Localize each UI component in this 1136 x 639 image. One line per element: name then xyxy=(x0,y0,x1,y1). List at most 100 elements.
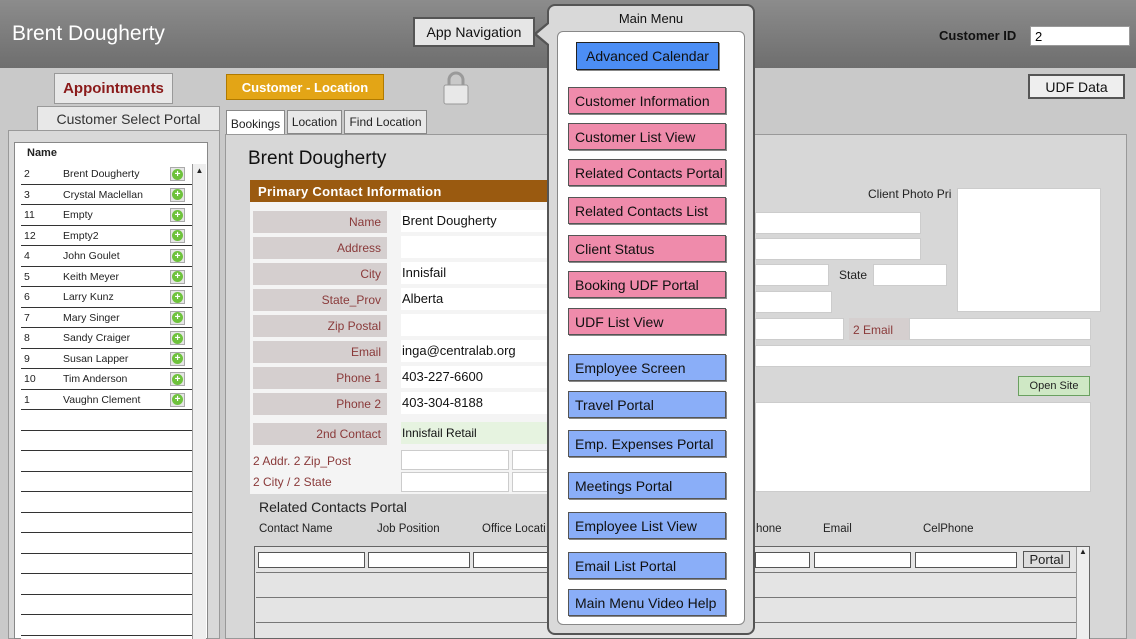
lock-icon[interactable] xyxy=(441,70,471,106)
phone-2-field[interactable]: 403-304-8188 xyxy=(401,392,548,414)
menu-related-contacts-portal-button[interactable]: Related Contacts Portal xyxy=(568,159,726,186)
list-item[interactable]: 4 John Goulet + xyxy=(21,246,193,267)
city2-input[interactable] xyxy=(401,472,509,492)
zip-postal-field[interactable] xyxy=(401,314,548,336)
tab-find-location[interactable]: Find Location xyxy=(344,110,427,134)
2nd-contact-field[interactable]: Innisfail Retail xyxy=(401,422,548,444)
list-item[interactable]: 6 Larry Kunz + xyxy=(21,287,193,308)
list-item[interactable]: 5 Keith Meyer + xyxy=(21,266,193,287)
zip2-input[interactable] xyxy=(512,450,548,470)
city2-state-label: 2 City / 2 State xyxy=(253,475,332,489)
state-input[interactable] xyxy=(873,264,947,286)
main-menu-title: Main Menu xyxy=(618,11,684,26)
state2-input[interactable] xyxy=(512,472,548,492)
add-icon[interactable]: + xyxy=(170,208,185,222)
name-field[interactable]: Brent Dougherty xyxy=(401,210,548,232)
list-item[interactable]: 1 Vaughn Clement + xyxy=(21,389,193,410)
udf-data-button[interactable]: UDF Data xyxy=(1028,74,1125,99)
list-item[interactable]: 10 Tim Anderson + xyxy=(21,369,193,390)
right-field-2[interactable] xyxy=(755,238,921,260)
primary-contact-header: Primary Contact Information xyxy=(250,180,550,202)
menu-customer-list-view-button[interactable]: Customer List View xyxy=(568,123,726,150)
state-prov-field[interactable]: Alberta xyxy=(401,288,548,310)
list-item-empty xyxy=(21,574,193,595)
row-name: Brent Dougherty xyxy=(63,168,140,180)
add-icon[interactable]: + xyxy=(170,249,185,263)
menu-travel-portal-button[interactable]: Travel Portal xyxy=(568,391,726,418)
add-icon[interactable]: + xyxy=(170,331,185,345)
advanced-calendar-button[interactable]: Advanced Calendar xyxy=(576,42,719,70)
menu-email-list-portal-button[interactable]: Email List Portal xyxy=(568,552,726,579)
add-icon[interactable]: + xyxy=(170,167,185,181)
menu-employee-screen-button[interactable]: Employee Screen xyxy=(568,354,726,381)
appointments-tab[interactable]: Appointments xyxy=(54,73,173,104)
menu-main-menu-video-help-button[interactable]: Main Menu Video Help xyxy=(568,589,726,616)
city-field[interactable]: Innisfail xyxy=(401,262,548,284)
tab-bookings[interactable]: Bookings xyxy=(226,110,285,136)
menu-udf-list-view-button[interactable]: UDF List View xyxy=(568,308,726,335)
label-phone-1: Phone 1 xyxy=(253,367,387,389)
right-field-6[interactable] xyxy=(755,345,1091,367)
add-icon[interactable]: + xyxy=(170,269,185,284)
customer-id-label: Customer ID xyxy=(939,28,1017,43)
phone-1-field[interactable]: 403-227-6600 xyxy=(401,366,548,388)
list-item[interactable]: 11 Empty + xyxy=(21,205,193,226)
list-item[interactable]: 8 Sandy Craiger + xyxy=(21,328,193,349)
app-navigation-button[interactable]: App Navigation xyxy=(413,17,535,47)
list-item[interactable]: 9 Susan Lapper + xyxy=(21,348,193,369)
customer-location-button[interactable]: Customer - Location xyxy=(226,74,384,100)
address-field[interactable] xyxy=(401,236,548,258)
customer-id-input[interactable] xyxy=(1030,26,1130,46)
menu-employee-list-view-button[interactable]: Employee List View xyxy=(568,512,726,539)
col-celphone: CelPhone xyxy=(923,523,974,535)
client-photo-label: Client Photo Pri xyxy=(868,187,952,201)
menu-client-status-button[interactable]: Client Status xyxy=(568,235,726,262)
col-email: Email xyxy=(823,523,852,535)
menu-meetings-portal-button[interactable]: Meetings Portal xyxy=(568,472,726,499)
add-icon[interactable]: + xyxy=(170,310,185,325)
row-name: Susan Lapper xyxy=(63,352,129,365)
portal-contact-name-input[interactable] xyxy=(258,552,365,568)
add-icon[interactable]: + xyxy=(170,392,185,407)
menu-related-contacts-list-button[interactable]: Related Contacts List xyxy=(568,197,726,224)
customer-select-portal-label[interactable]: Customer Select Portal xyxy=(37,106,220,130)
add-icon[interactable]: + xyxy=(170,187,185,202)
notes-area[interactable] xyxy=(755,402,1091,492)
list-item[interactable]: 7 Mary Singer + xyxy=(21,307,193,328)
scroll-up-icon[interactable]: ▲ xyxy=(1079,547,1087,556)
list-scrollbar[interactable]: ▲ xyxy=(192,164,206,639)
open-site-button[interactable]: Open Site xyxy=(1018,376,1090,396)
row-id: 11 xyxy=(24,209,35,221)
list-item[interactable]: 2 Brent Dougherty + xyxy=(21,164,193,185)
right-field-3[interactable] xyxy=(755,264,829,286)
email2-input[interactable] xyxy=(909,318,1091,340)
add-icon[interactable]: + xyxy=(170,290,185,304)
portal-phone-input[interactable] xyxy=(755,552,810,568)
scroll-up-icon[interactable]: ▲ xyxy=(193,166,206,175)
list-item[interactable]: 3 Crystal Maclellan + xyxy=(21,184,193,205)
portal-scrollbar[interactable]: ▲ xyxy=(1076,547,1089,639)
portal-celphone-input[interactable] xyxy=(915,552,1017,568)
email-field[interactable]: inga@centralab.org xyxy=(401,340,548,362)
addr2-zip-label: 2 Addr. 2 Zip_Post xyxy=(253,454,352,468)
client-photo[interactable] xyxy=(957,188,1101,312)
portal-job-position-input[interactable] xyxy=(368,552,470,568)
row-id: 12 xyxy=(24,229,36,242)
portal-office-input[interactable] xyxy=(473,552,553,568)
tab-location[interactable]: Location xyxy=(287,110,342,134)
add-icon[interactable]: + xyxy=(170,372,185,386)
label-address: Address xyxy=(253,237,387,259)
portal-button[interactable]: Portal xyxy=(1023,551,1070,568)
right-field-5[interactable] xyxy=(755,318,844,340)
menu-customer-information-button[interactable]: Customer Information xyxy=(568,87,726,114)
add-icon[interactable]: + xyxy=(170,351,185,366)
right-field-4[interactable] xyxy=(755,291,832,313)
right-field-1[interactable] xyxy=(755,212,921,234)
add-icon[interactable]: + xyxy=(170,228,185,243)
menu-emp-expenses-portal-button[interactable]: Emp. Expenses Portal xyxy=(568,430,726,457)
row-name: Keith Meyer xyxy=(63,270,120,283)
menu-booking-udf-portal-button[interactable]: Booking UDF Portal xyxy=(568,271,726,298)
portal-email-input[interactable] xyxy=(814,552,911,568)
addr2-input[interactable] xyxy=(401,450,509,470)
list-item[interactable]: 12 Empty2 + xyxy=(21,225,193,246)
